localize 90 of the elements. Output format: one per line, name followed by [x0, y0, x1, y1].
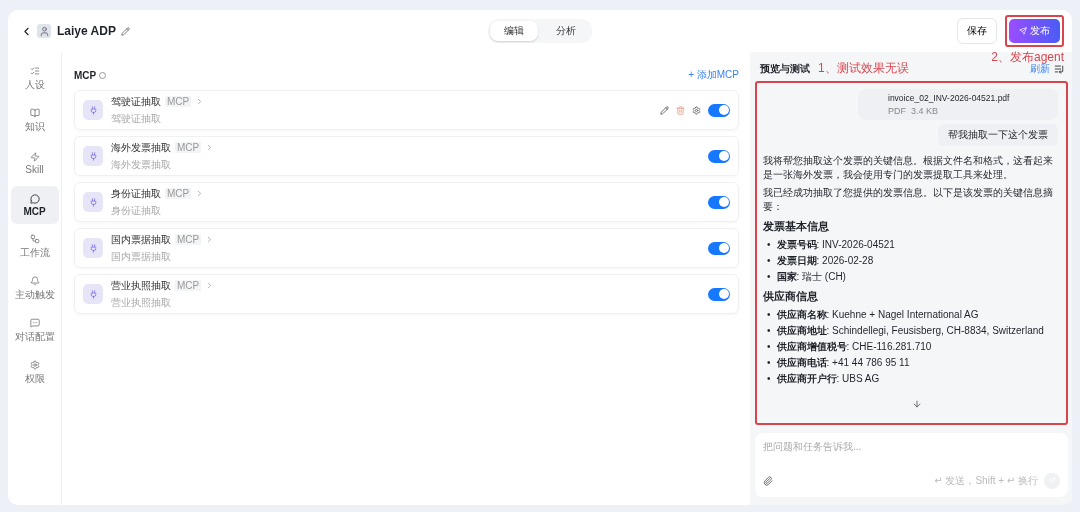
file-name: invoice_02_INV-2026-04521.pdf — [888, 93, 1011, 103]
reply-paragraph: 我将帮您抽取这个发票的关键信息。根据文件名和格式，这看起来是一张海外发票，我会使用专门的发票提取工具来处理。 — [763, 154, 1054, 182]
mcp-card[interactable]: 海外发票抽取 MCP 海外发票抽取 — [74, 136, 739, 176]
avatar-icon — [37, 24, 51, 38]
mcp-card[interactable]: 驾驶证抽取 MCP 驾驶证抽取 — [74, 90, 739, 130]
save-button[interactable]: 保存 — [957, 18, 997, 44]
mcp-tag: MCP — [175, 280, 202, 291]
plug-icon — [83, 100, 103, 120]
section-title: MCP — [74, 69, 97, 81]
reply-heading: 发票基本信息 — [763, 219, 830, 234]
mcp-name: 国内票据抽取 — [111, 232, 171, 247]
mcp-description: 身份证抽取 — [111, 203, 162, 218]
annotation-note: 1、测试效果无误 — [818, 60, 909, 77]
toggle-switch[interactable] — [708, 195, 730, 209]
list-item: 供应商开户行: UBS AG — [776, 372, 880, 386]
lightning-icon — [29, 151, 40, 162]
mcp-name: 驾驶证抽取 — [111, 94, 161, 109]
toggle-switch[interactable] — [708, 149, 730, 163]
mcp-card[interactable]: 营业执照抽取 MCP 营业执照抽取 — [74, 274, 739, 314]
bullet: • — [767, 270, 771, 284]
book-icon — [29, 108, 40, 118]
file-card[interactable]: invoice_02_INV-2026-04521.pdf PDF 3.4 KB — [858, 89, 1058, 120]
arrow-down-icon[interactable] — [911, 399, 922, 410]
plug-icon — [83, 146, 103, 166]
list-item: 发票号码: INV-2026-04521 — [776, 238, 895, 252]
menu-icon[interactable] — [1054, 63, 1064, 74]
mcp-tag: MCP — [175, 142, 202, 153]
sidebar-item[interactable]: 权限 — [10, 354, 59, 392]
bullet: • — [767, 356, 771, 370]
reply-paragraph: 我已经成功抽取了您提供的发票信息。以下是该发票的关键信息摘要： — [763, 186, 1054, 214]
mcp-card[interactable]: 身份证抽取 MCP 身份证抽取 — [74, 182, 739, 222]
mcp-tag: MCP — [175, 234, 202, 245]
bullet: • — [767, 340, 771, 354]
chat-input[interactable]: 把问题和任务告诉我... — [763, 441, 1060, 453]
list-item: 供应商增值税号: CHE-116.281.710 — [776, 340, 932, 354]
mcp-tag: MCP — [165, 96, 192, 107]
edit-icon[interactable] — [120, 26, 130, 36]
toggle-switch[interactable] — [708, 103, 730, 117]
annotation-note: 2、发布agent — [991, 49, 1064, 64]
shortcut-hint: ↵ 发送，Shift + ↵ 换行 — [934, 474, 1038, 488]
mcp-card[interactable]: 国内票据抽取 MCP 国内票据抽取 — [74, 228, 739, 268]
agent-title: Laiye ADP — [57, 24, 116, 38]
list-item: 发票日期: 2026-02-28 — [776, 254, 874, 268]
bullet: • — [767, 308, 771, 322]
list-icon — [29, 66, 40, 76]
sidebar-item[interactable]: Skill — [10, 144, 59, 182]
gear-icon — [29, 360, 40, 370]
list-item: 供应商名称: Kuehne + Nagel International AG — [776, 308, 979, 322]
user-message: 帮我抽取一下这个发票 — [938, 124, 1058, 146]
mcp-name: 海外发票抽取 — [111, 140, 171, 155]
publish-button[interactable]: 发布 — [1009, 19, 1060, 43]
toggle-switch[interactable] — [708, 241, 730, 255]
toggle-switch[interactable] — [708, 287, 730, 301]
workflow-icon — [29, 234, 40, 244]
mcp-name: 营业执照抽取 — [111, 278, 171, 293]
chat-bubble-icon — [29, 193, 40, 204]
settings-icon[interactable] — [692, 105, 701, 115]
list-item: 供应商地址: Schindellegi, Feusisberg, CH-8834, Switzerland — [776, 324, 1044, 338]
delete-icon[interactable] — [676, 105, 685, 115]
tab[interactable]: 分析 — [542, 21, 590, 41]
mcp-description: 营业执照抽取 — [111, 295, 172, 310]
mcp-description: 国内票据抽取 — [111, 249, 172, 264]
bell-icon — [29, 276, 40, 286]
plug-icon — [83, 238, 103, 258]
sidebar-item[interactable]: 工作流 — [10, 228, 59, 266]
paperclip-icon[interactable] — [763, 476, 773, 486]
file-meta: PDF 3.4 KB — [888, 106, 940, 116]
sidebar-item[interactable]: 主动触发 — [10, 270, 59, 308]
mcp-description: 海外发票抽取 — [111, 157, 172, 172]
bullet: • — [767, 238, 771, 252]
edit-icon[interactable] — [660, 105, 669, 115]
mcp-description: 驾驶证抽取 — [111, 111, 162, 126]
sidebar-item[interactable]: 知识 — [10, 102, 59, 140]
bullet: • — [767, 324, 771, 338]
tab[interactable]: 编辑 — [490, 21, 538, 41]
mcp-tag: MCP — [165, 188, 192, 199]
sidebar-item[interactable]: MCP — [10, 186, 59, 224]
bullet: • — [767, 372, 771, 386]
list-item: 国家: 瑞士 (CH) — [776, 270, 846, 284]
plug-icon — [83, 284, 103, 304]
chat-icon — [29, 318, 40, 328]
mcp-name: 身份证抽取 — [111, 186, 161, 201]
sidebar-item[interactable]: 人设 — [10, 60, 59, 98]
plug-icon — [83, 192, 103, 212]
sidebar-item[interactable]: 对话配置 — [10, 312, 59, 350]
reply-heading: 供应商信息 — [763, 289, 819, 304]
bullet: • — [767, 254, 771, 268]
list-item: 供应商电话: +41 44 786 95 11 — [776, 356, 910, 370]
add-mcp-link[interactable]: + 添加MCP — [688, 68, 739, 82]
panel-title: 预览与测试 — [760, 61, 810, 76]
